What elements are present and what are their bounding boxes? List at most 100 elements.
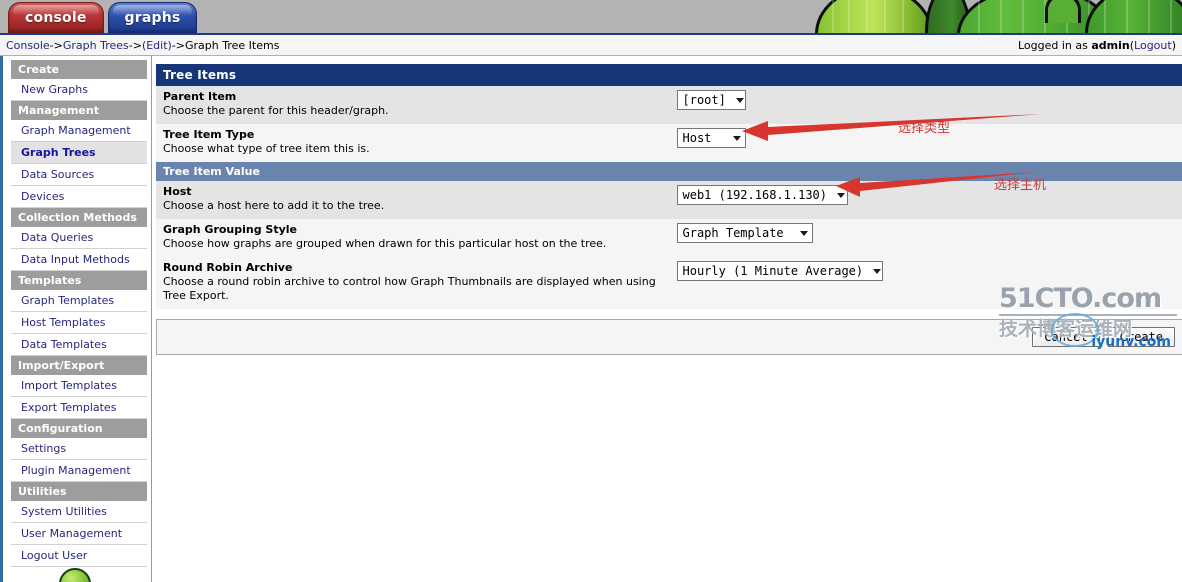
top-banner: console graphs: [0, 0, 1182, 35]
host-description: Choose a host here to add it to the tree…: [163, 199, 665, 213]
round-robin-archive-selected-value: Hourly (1 Minute Average): [683, 264, 864, 278]
tree-item-type-title: Tree Item Type: [163, 128, 665, 141]
section-header-row: Tree Items: [156, 64, 1182, 86]
breadcrumb-separator: ->: [129, 39, 142, 52]
sidebar-header-configuration: Configuration: [11, 419, 147, 438]
form-row-tree-item-type: Tree Item Type Choose what type of tree …: [156, 124, 1182, 162]
tree-items-form-wrapper: Tree Items Parent Item Choose the parent…: [156, 64, 1181, 355]
parent-item-title: Parent Item: [163, 90, 665, 103]
breadcrumb-bar: Console->Graph Trees->(Edit)->Graph Tree…: [0, 35, 1182, 56]
breadcrumb-item-current: Graph Tree Items: [185, 39, 279, 52]
sidebar-group-configuration: Configuration Settings Plugin Management: [3, 419, 151, 482]
sidebar-header-create: Create: [11, 60, 147, 79]
create-button[interactable]: Create: [1108, 327, 1175, 347]
cactus-stem-4: [1085, 0, 1182, 33]
parent-item-label-cell: Parent Item Choose the parent for this h…: [156, 86, 671, 124]
cancel-button[interactable]: Cancel: [1032, 327, 1099, 347]
main-tab-bar: console graphs: [8, 2, 197, 33]
parent-item-description: Choose the parent for this header/graph.: [163, 104, 665, 118]
round-robin-archive-label-cell: Round Robin Archive Choose a round robin…: [156, 257, 671, 309]
page-body: Create New Graphs Management Graph Manag…: [0, 56, 1182, 582]
sidebar-item-user-management[interactable]: User Management: [11, 523, 147, 545]
tab-graphs[interactable]: graphs: [108, 2, 198, 33]
sidebar-item-graph-management[interactable]: Graph Management: [11, 120, 147, 142]
sidebar-group-create: Create New Graphs: [3, 60, 151, 101]
breadcrumb-item-console[interactable]: Console: [6, 39, 50, 52]
sidebar-item-devices[interactable]: Devices: [11, 186, 147, 208]
sidebar-item-host-templates[interactable]: Host Templates: [11, 312, 147, 334]
tree-item-type-label-cell: Tree Item Type Choose what type of tree …: [156, 124, 671, 162]
chevron-down-icon: [800, 231, 808, 236]
tree-item-type-description: Choose what type of tree item this is.: [163, 142, 665, 156]
login-username: admin: [1091, 39, 1129, 52]
sidebar-group-management: Management Graph Management Graph Trees …: [3, 101, 151, 208]
sidebar-item-logout-user[interactable]: Logout User: [11, 545, 147, 567]
section-title-tree-items: Tree Items: [156, 64, 1182, 86]
tree-item-type-control-cell: Host: [671, 124, 1182, 162]
login-prefix: Logged in as: [1018, 39, 1088, 52]
breadcrumb-item-graph-trees[interactable]: Graph Trees: [63, 39, 129, 52]
host-select[interactable]: web1 (192.168.1.130): [677, 185, 848, 205]
host-label-cell: Host Choose a host here to add it to the…: [156, 181, 671, 219]
host-control-cell: web1 (192.168.1.130): [671, 181, 1182, 219]
sidebar-navigation: Create New Graphs Management Graph Manag…: [0, 56, 152, 582]
breadcrumb: Console->Graph Trees->(Edit)->Graph Tree…: [6, 39, 279, 52]
graph-grouping-style-control-cell: Graph Template: [671, 219, 1182, 257]
sidebar-item-export-templates[interactable]: Export Templates: [11, 397, 147, 419]
cacti-logo-icon: [59, 568, 91, 582]
sidebar-item-settings[interactable]: Settings: [11, 438, 147, 460]
sidebar-item-graph-trees[interactable]: Graph Trees: [11, 142, 147, 164]
chevron-down-icon: [873, 269, 881, 274]
sidebar-item-plugin-management[interactable]: Plugin Management: [11, 460, 147, 482]
round-robin-archive-control-cell: Hourly (1 Minute Average): [671, 257, 1182, 309]
parent-item-select[interactable]: [root]: [677, 90, 746, 110]
cactus-banner-graphic: [797, 0, 1182, 33]
tab-console[interactable]: console: [8, 2, 104, 33]
tree-item-type-selected-value: Host: [683, 131, 712, 145]
sidebar-item-data-queries[interactable]: Data Queries: [11, 227, 147, 249]
tab-graphs-label: graphs: [125, 10, 181, 26]
chevron-down-icon: [733, 136, 741, 141]
sidebar-item-data-input-methods[interactable]: Data Input Methods: [11, 249, 147, 271]
round-robin-archive-description: Choose a round robin archive to control …: [163, 275, 665, 303]
graph-grouping-style-selected-value: Graph Template: [683, 226, 784, 240]
logout-paren-close: ): [1172, 39, 1176, 52]
graph-grouping-style-description: Choose how graphs are grouped when drawn…: [163, 237, 665, 251]
sidebar-item-import-templates[interactable]: Import Templates: [11, 375, 147, 397]
graph-grouping-style-title: Graph Grouping Style: [163, 223, 665, 236]
cactus-stem-1: [815, 0, 933, 33]
logout-link[interactable]: Logout: [1134, 39, 1172, 52]
sidebar-group-utilities: Utilities System Utilities User Manageme…: [3, 482, 151, 567]
main-content: Tree Items Parent Item Choose the parent…: [152, 56, 1182, 582]
graph-grouping-style-label-cell: Graph Grouping Style Choose how graphs a…: [156, 219, 671, 257]
breadcrumb-separator: ->: [50, 39, 63, 52]
host-selected-value: web1 (192.168.1.130): [683, 188, 828, 202]
parent-item-control-cell: [root]: [671, 86, 1182, 124]
sidebar-item-system-utilities[interactable]: System Utilities: [11, 501, 147, 523]
sidebar-item-data-templates[interactable]: Data Templates: [11, 334, 147, 356]
graph-grouping-style-select[interactable]: Graph Template: [677, 223, 813, 243]
sidebar-header-templates: Templates: [11, 271, 147, 290]
sidebar-group-import-export: Import/Export Import Templates Export Te…: [3, 356, 151, 419]
sidebar-header-management: Management: [11, 101, 147, 120]
sidebar-header-utilities: Utilities: [11, 482, 147, 501]
round-robin-archive-select[interactable]: Hourly (1 Minute Average): [677, 261, 883, 281]
form-row-host: Host Choose a host here to add it to the…: [156, 181, 1182, 219]
sidebar-header-import-export: Import/Export: [11, 356, 147, 375]
sidebar-item-new-graphs[interactable]: New Graphs: [11, 79, 147, 101]
form-row-parent-item: Parent Item Choose the parent for this h…: [156, 86, 1182, 124]
login-status: Logged in as admin(Logout): [1018, 39, 1176, 52]
chevron-down-icon: [736, 98, 744, 103]
sidebar-item-data-sources[interactable]: Data Sources: [11, 164, 147, 186]
sidebar-group-collection-methods: Collection Methods Data Queries Data Inp…: [3, 208, 151, 271]
sidebar-item-graph-templates[interactable]: Graph Templates: [11, 290, 147, 312]
tree-item-type-select[interactable]: Host: [677, 128, 746, 148]
sidebar-group-templates: Templates Graph Templates Host Templates…: [3, 271, 151, 356]
form-row-graph-grouping-style: Graph Grouping Style Choose how graphs a…: [156, 219, 1182, 257]
cactus-arm: [1045, 0, 1081, 23]
sidebar-header-collection-methods: Collection Methods: [11, 208, 147, 227]
parent-item-selected-value: [root]: [683, 93, 726, 107]
sub-section-header-row: Tree Item Value: [156, 162, 1182, 181]
host-title: Host: [163, 185, 665, 198]
breadcrumb-item-edit[interactable]: (Edit): [142, 39, 172, 52]
